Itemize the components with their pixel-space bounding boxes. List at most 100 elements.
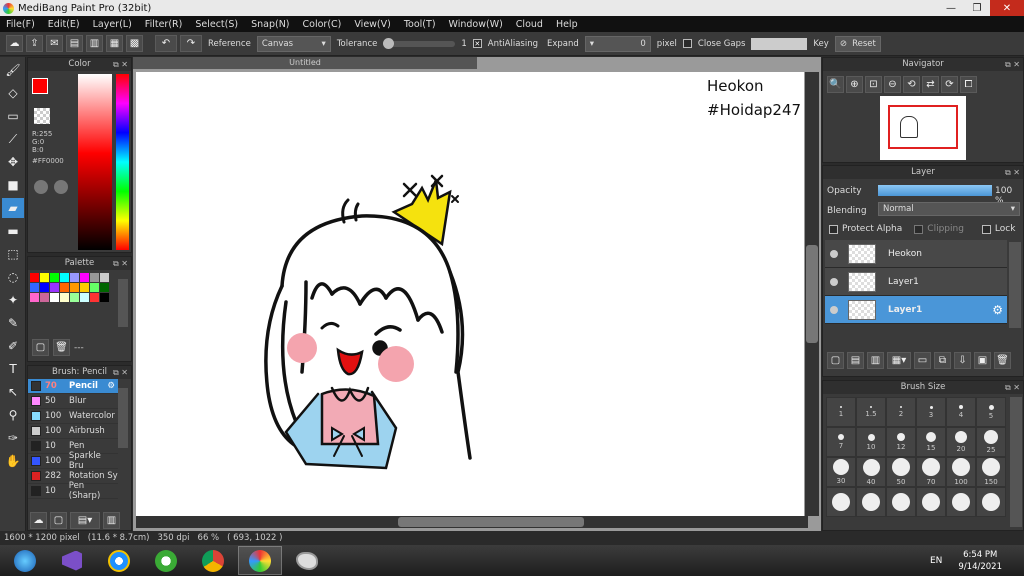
brush-size-option[interactable]: 70: [916, 457, 946, 487]
brush-size-option[interactable]: 10: [856, 427, 886, 457]
text-tool-icon[interactable]: T: [2, 359, 24, 379]
brush-size-option[interactable]: 20: [946, 427, 976, 457]
brush-item[interactable]: 100 Watercolor: [28, 409, 118, 424]
merge-down-icon[interactable]: ⇩: [954, 352, 971, 369]
menu-tool[interactable]: Tool(T): [404, 19, 436, 30]
menu-window[interactable]: Window(W): [449, 19, 503, 30]
maximize-button[interactable]: ❐: [964, 0, 990, 16]
new-halftone-layer-icon[interactable]: ▤: [847, 352, 864, 369]
folder-icon[interactable]: ▭: [914, 352, 931, 369]
start-button[interactable]: [3, 546, 47, 575]
palette-swatch[interactable]: [60, 293, 69, 302]
menu-snap[interactable]: Snap(N): [251, 19, 289, 30]
layer-row[interactable]: Layer1: [825, 268, 1007, 296]
comment-icon[interactable]: ✉: [46, 35, 63, 52]
brush-tool-icon[interactable]: 🖌: [2, 60, 24, 80]
zoom-actual-icon[interactable]: ⊡: [865, 76, 882, 93]
menu-filter[interactable]: Filter(R): [145, 19, 183, 30]
brush-size-option[interactable]: [976, 487, 1006, 517]
palette-swatch[interactable]: [60, 283, 69, 292]
palette-swatch[interactable]: [100, 293, 109, 302]
brush-size-option[interactable]: 2: [886, 397, 916, 427]
palette-swatch[interactable]: [80, 273, 89, 282]
language-indicator[interactable]: EN: [930, 556, 942, 566]
new-palette-icon[interactable]: ▢: [32, 339, 49, 356]
expand-input[interactable]: ▾ 0: [584, 35, 651, 52]
palette-swatch[interactable]: [90, 283, 99, 292]
brush-new-icon[interactable]: ▢: [50, 512, 67, 529]
dot-tool-icon[interactable]: ⟋: [2, 129, 24, 149]
visibility-icon[interactable]: [830, 277, 838, 286]
brush-size-option[interactable]: [856, 487, 886, 517]
palette-swatch[interactable]: [70, 283, 79, 292]
brush-size-option[interactable]: 1: [826, 397, 856, 427]
transparent-color[interactable]: [34, 108, 50, 124]
select-rect-icon[interactable]: ⬚: [2, 244, 24, 264]
brush-size-option[interactable]: 5: [976, 397, 1006, 427]
medibang-taskbar-icon[interactable]: [238, 546, 282, 575]
layer-scrollbar[interactable]: [1009, 242, 1021, 328]
palette-swatch[interactable]: [80, 293, 89, 302]
brush-size-option[interactable]: 150: [976, 457, 1006, 487]
palette-swatch[interactable]: [30, 273, 39, 282]
opacity-slider[interactable]: [878, 185, 992, 196]
close-button[interactable]: ✕: [990, 0, 1024, 16]
protect-alpha-checkbox[interactable]: [829, 224, 838, 234]
canvas[interactable]: Heokon #Hoidap247: [136, 72, 804, 516]
layer-row[interactable]: Heokon: [825, 240, 1007, 268]
color-gradient-picker[interactable]: [78, 74, 112, 250]
lock-checkbox[interactable]: [981, 224, 991, 234]
new-1bit-layer-icon[interactable]: ▥: [867, 352, 884, 369]
eyedropper-icon[interactable]: ⚲: [2, 405, 24, 425]
clock[interactable]: 6:54 PM 9/14/2021: [958, 549, 1002, 573]
brush-size-option[interactable]: 15: [916, 427, 946, 457]
lasso-icon[interactable]: ◌: [2, 267, 24, 287]
document-icon[interactable]: ▤: [66, 35, 83, 52]
delete-palette-icon[interactable]: 🗑: [53, 339, 70, 356]
brush-size-option[interactable]: 1.5: [856, 397, 886, 427]
palette-swatch[interactable]: [90, 293, 99, 302]
flip-icon[interactable]: ⇄: [922, 76, 939, 93]
palette-swatch[interactable]: [30, 283, 39, 292]
move-tool-icon[interactable]: ✥: [2, 152, 24, 172]
view-icon[interactable]: ⧠: [960, 76, 977, 93]
palette-swatch[interactable]: [60, 273, 69, 282]
reset-button[interactable]: ⊘ Reset: [834, 35, 881, 52]
brush-item[interactable]: 50 Blur: [28, 394, 118, 409]
menu-help[interactable]: Help: [556, 19, 578, 30]
palette-swatch[interactable]: [70, 293, 79, 302]
gradient-tool-icon[interactable]: ▬: [2, 221, 24, 241]
brush-size-option[interactable]: [946, 487, 976, 517]
palette-swatch[interactable]: [50, 293, 59, 302]
navigator-thumbnail[interactable]: [880, 96, 966, 160]
hue-slider[interactable]: [116, 74, 129, 250]
menu-view[interactable]: View(V): [354, 19, 390, 30]
brush-size-option[interactable]: 30: [826, 457, 856, 487]
palette-scrollbar[interactable]: [118, 279, 128, 327]
menu-file[interactable]: File(F): [6, 19, 35, 30]
add-layer-dropdown-icon[interactable]: ▦▾: [887, 352, 911, 369]
new-layer-icon[interactable]: ▢: [827, 352, 844, 369]
brush-item[interactable]: 100 Sparkle Bru: [28, 451, 118, 471]
close-gaps-checkbox[interactable]: [682, 39, 692, 48]
color-picker-icon[interactable]: [54, 180, 68, 194]
palette-swatch[interactable]: [40, 283, 49, 292]
hand-icon[interactable]: ✋: [2, 451, 24, 471]
foreground-color[interactable]: [32, 78, 48, 94]
redo-icon[interactable]: ↷: [180, 35, 202, 52]
minimize-button[interactable]: —: [938, 0, 964, 16]
zoom-out-icon[interactable]: ⊖: [884, 76, 901, 93]
brush-size-option[interactable]: 40: [856, 457, 886, 487]
palette-swatch[interactable]: [40, 273, 49, 282]
palette-swatch[interactable]: [90, 273, 99, 282]
eraser-tool-icon[interactable]: ◇: [2, 83, 24, 103]
zoom-fit-icon[interactable]: 🔍: [827, 76, 844, 93]
canvas-tab[interactable]: Untitled: [133, 57, 477, 69]
color-wheel-icon[interactable]: [34, 180, 48, 194]
share-icon[interactable]: ⇪: [26, 35, 43, 52]
zoom-in-icon[interactable]: ⊕: [846, 76, 863, 93]
brush-item[interactable]: 100 Airbrush: [28, 424, 118, 439]
brush-size-option[interactable]: 4: [946, 397, 976, 427]
delete-layer-icon[interactable]: 🗑: [994, 352, 1011, 369]
brush-size-scrollbar[interactable]: [1010, 397, 1022, 527]
